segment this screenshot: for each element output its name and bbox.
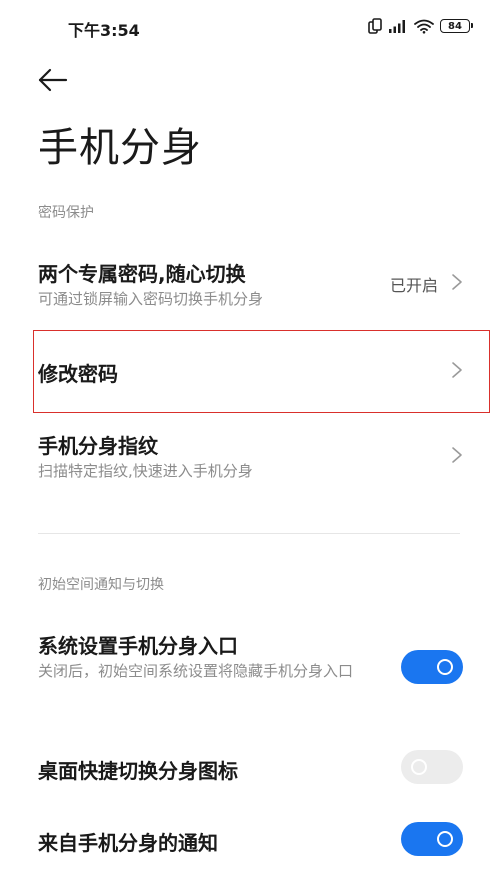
row-subtitle: 扫描特定指纹,快速进入手机分身: [38, 462, 253, 480]
section-header-password: 密码保护: [38, 205, 94, 221]
row-title: 来自手机分身的通知: [38, 831, 218, 855]
toggle-knob: [411, 759, 427, 775]
row-subtitle: 关闭后，初始空间系统设置将隐藏手机分身入口: [38, 662, 354, 680]
notifications-toggle[interactable]: [401, 822, 463, 856]
back-button[interactable]: [28, 60, 78, 100]
desktop-shortcut-row: 桌面快捷切换分身图标: [0, 740, 500, 796]
battery-icon: 84: [440, 19, 473, 33]
row-title: 桌面快捷切换分身图标: [38, 759, 238, 783]
status-icons: 84: [368, 18, 473, 34]
row-title: 系统设置手机分身入口: [38, 634, 238, 658]
toggle-knob: [437, 831, 453, 847]
status-bar: 下午3:54 84: [0, 0, 500, 56]
settings-entry-row: 系统设置手机分身入口 关闭后，初始空间系统设置将隐藏手机分身入口: [0, 620, 500, 712]
row-title: 手机分身指纹: [38, 434, 158, 458]
notifications-row: 来自手机分身的通知: [0, 814, 500, 870]
settings-entry-toggle[interactable]: [401, 650, 463, 684]
chevron-right-icon: [450, 445, 464, 465]
fingerprint-row[interactable]: 手机分身指纹 扫描特定指纹,快速进入手机分身: [0, 420, 500, 496]
wifi-icon: [414, 19, 434, 34]
dual-password-row[interactable]: 两个专属密码,随心切换 可通过锁屏输入密码切换手机分身 已开启: [0, 248, 500, 324]
divider: [38, 533, 460, 534]
desktop-shortcut-toggle[interactable]: [401, 750, 463, 784]
row-status-value: 已开启: [389, 276, 438, 295]
section-header-initial-space: 初始空间通知与切换: [38, 577, 164, 593]
chevron-right-icon: [450, 272, 464, 292]
page-title: 手机分身: [38, 125, 202, 171]
signal-icon: [388, 19, 408, 33]
row-subtitle: 可通过锁屏输入密码切换手机分身: [38, 290, 264, 308]
battery-level: 84: [448, 20, 462, 32]
arrow-left-icon: [28, 68, 68, 104]
status-time: 下午3:54: [68, 21, 140, 40]
highlight-box: [33, 330, 490, 413]
vibrate-icon: [368, 18, 382, 34]
row-title: 两个专属密码,随心切换: [38, 262, 246, 286]
toggle-knob: [437, 659, 453, 675]
